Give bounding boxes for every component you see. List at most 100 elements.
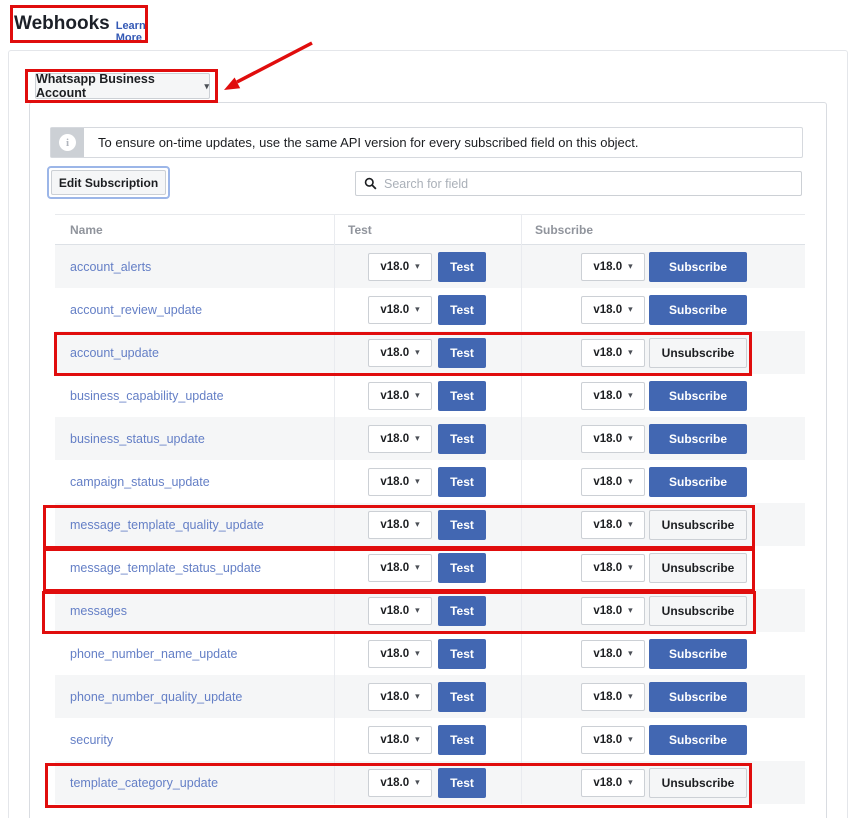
edit-subscription-button[interactable]: Edit Subscription <box>51 170 166 195</box>
field-name-link[interactable]: account_update <box>70 346 159 360</box>
test-version-select[interactable]: v18.0 ▾ <box>368 296 432 324</box>
chevron-down-icon: ▾ <box>204 82 209 91</box>
test-version-select[interactable]: v18.0 ▾ <box>368 511 432 539</box>
field-name-link[interactable]: account_alerts <box>70 260 151 274</box>
subscribe-version-select[interactable]: v18.0 ▾ <box>581 339 645 367</box>
chevron-down-icon: ▾ <box>415 262 420 271</box>
test-button[interactable]: Test <box>438 467 486 497</box>
field-name-link[interactable]: message_template_status_update <box>70 561 261 575</box>
test-version-value: v18.0 <box>380 648 409 660</box>
test-button[interactable]: Test <box>438 639 486 669</box>
test-button[interactable]: Test <box>438 596 486 626</box>
test-version-select[interactable]: v18.0 ▾ <box>368 640 432 668</box>
subscribe-version-select[interactable]: v18.0 ▾ <box>581 468 645 496</box>
test-button[interactable]: Test <box>438 338 486 368</box>
test-version-select[interactable]: v18.0 ▾ <box>368 382 432 410</box>
field-name-link[interactable]: business_capability_update <box>70 389 224 403</box>
subscribe-button[interactable]: Subscribe <box>649 424 747 454</box>
field-name-link[interactable]: template_category_update <box>70 776 218 790</box>
subscribe-version-select[interactable]: v18.0 ▾ <box>581 554 645 582</box>
subscribe-button[interactable]: Subscribe <box>649 467 747 497</box>
unsubscribe-button[interactable]: Unsubscribe <box>649 553 747 583</box>
subscribe-button[interactable]: Subscribe <box>649 381 747 411</box>
chevron-down-icon: ▾ <box>628 348 633 357</box>
webhooks-page: Webhooks Learn More Whatsapp Business Ac… <box>0 0 856 818</box>
chevron-down-icon: ▾ <box>628 391 633 400</box>
info-banner: i To ensure on-time updates, use the sam… <box>50 127 803 158</box>
test-version-select[interactable]: v18.0 ▾ <box>368 339 432 367</box>
chevron-down-icon: ▾ <box>628 563 633 572</box>
unsubscribe-button[interactable]: Unsubscribe <box>649 510 747 540</box>
field-name-link[interactable]: account_review_update <box>70 303 202 317</box>
subscribe-version-select[interactable]: v18.0 ▾ <box>581 683 645 711</box>
test-version-value: v18.0 <box>380 562 409 574</box>
search-input[interactable] <box>384 177 793 191</box>
test-button[interactable]: Test <box>438 553 486 583</box>
field-name-link[interactable]: security <box>70 733 113 747</box>
unsubscribe-button[interactable]: Unsubscribe <box>649 768 747 798</box>
test-button[interactable]: Test <box>438 725 486 755</box>
chevron-down-icon: ▾ <box>628 434 633 443</box>
subscribe-version-select[interactable]: v18.0 ▾ <box>581 425 645 453</box>
subscribe-version-value: v18.0 <box>593 433 622 445</box>
subscribe-version-value: v18.0 <box>593 476 622 488</box>
table-row: messages v18.0 ▾ Test v18.0 ▾ Unsubscrib… <box>55 589 805 632</box>
chevron-down-icon: ▾ <box>415 735 420 744</box>
subscribe-version-select[interactable]: v18.0 ▾ <box>581 253 645 281</box>
subscribe-version-select[interactable]: v18.0 ▾ <box>581 726 645 754</box>
test-button[interactable]: Test <box>438 252 486 282</box>
unsubscribe-button[interactable]: Unsubscribe <box>649 338 747 368</box>
test-version-value: v18.0 <box>380 777 409 789</box>
test-button[interactable]: Test <box>438 424 486 454</box>
chevron-down-icon: ▾ <box>628 262 633 271</box>
test-button[interactable]: Test <box>438 510 486 540</box>
subscribe-version-value: v18.0 <box>593 777 622 789</box>
test-version-value: v18.0 <box>380 519 409 531</box>
subscribe-version-select[interactable]: v18.0 ▾ <box>581 296 645 324</box>
subscribe-button[interactable]: Subscribe <box>649 252 747 282</box>
field-name-link[interactable]: message_template_quality_update <box>70 518 264 532</box>
test-version-select[interactable]: v18.0 ▾ <box>368 769 432 797</box>
chevron-down-icon: ▾ <box>415 477 420 486</box>
subscribe-version-select[interactable]: v18.0 ▾ <box>581 769 645 797</box>
subscribe-version-select[interactable]: v18.0 ▾ <box>581 511 645 539</box>
table-row: phone_number_name_update v18.0 ▾ Test v1… <box>55 632 805 675</box>
chevron-down-icon: ▾ <box>415 391 420 400</box>
field-name-link[interactable]: phone_number_name_update <box>70 647 238 661</box>
subscribe-button[interactable]: Subscribe <box>649 295 747 325</box>
test-version-select[interactable]: v18.0 ▾ <box>368 253 432 281</box>
object-type-dropdown[interactable]: Whatsapp Business Account ▾ <box>35 73 210 99</box>
test-version-select[interactable]: v18.0 ▾ <box>368 597 432 625</box>
test-button[interactable]: Test <box>438 768 486 798</box>
chevron-down-icon: ▾ <box>415 305 420 314</box>
subscribe-button[interactable]: Subscribe <box>649 639 747 669</box>
learn-more-link[interactable]: Learn More <box>116 20 148 44</box>
unsubscribe-button[interactable]: Unsubscribe <box>649 596 747 626</box>
test-version-value: v18.0 <box>380 433 409 445</box>
test-version-select[interactable]: v18.0 ▾ <box>368 554 432 582</box>
test-version-select[interactable]: v18.0 ▾ <box>368 425 432 453</box>
subscribe-version-value: v18.0 <box>593 261 622 273</box>
field-name-link[interactable]: messages <box>70 604 127 618</box>
subscribe-button[interactable]: Subscribe <box>649 682 747 712</box>
chevron-down-icon: ▾ <box>415 563 420 572</box>
chevron-down-icon: ▾ <box>415 348 420 357</box>
subscribe-version-select[interactable]: v18.0 ▾ <box>581 382 645 410</box>
chevron-down-icon: ▾ <box>628 735 633 744</box>
field-name-link[interactable]: business_status_update <box>70 432 205 446</box>
field-name-link[interactable]: phone_number_quality_update <box>70 690 242 704</box>
subscribe-version-select[interactable]: v18.0 ▾ <box>581 640 645 668</box>
subscribe-version-select[interactable]: v18.0 ▾ <box>581 597 645 625</box>
test-version-select[interactable]: v18.0 ▾ <box>368 726 432 754</box>
test-version-value: v18.0 <box>380 390 409 402</box>
column-divider <box>334 214 335 804</box>
test-version-select[interactable]: v18.0 ▾ <box>368 468 432 496</box>
field-name-link[interactable]: campaign_status_update <box>70 475 210 489</box>
subscribe-button[interactable]: Subscribe <box>649 725 747 755</box>
field-search <box>355 171 802 196</box>
test-version-value: v18.0 <box>380 261 409 273</box>
test-version-select[interactable]: v18.0 ▾ <box>368 683 432 711</box>
test-button[interactable]: Test <box>438 295 486 325</box>
test-button[interactable]: Test <box>438 682 486 712</box>
test-button[interactable]: Test <box>438 381 486 411</box>
